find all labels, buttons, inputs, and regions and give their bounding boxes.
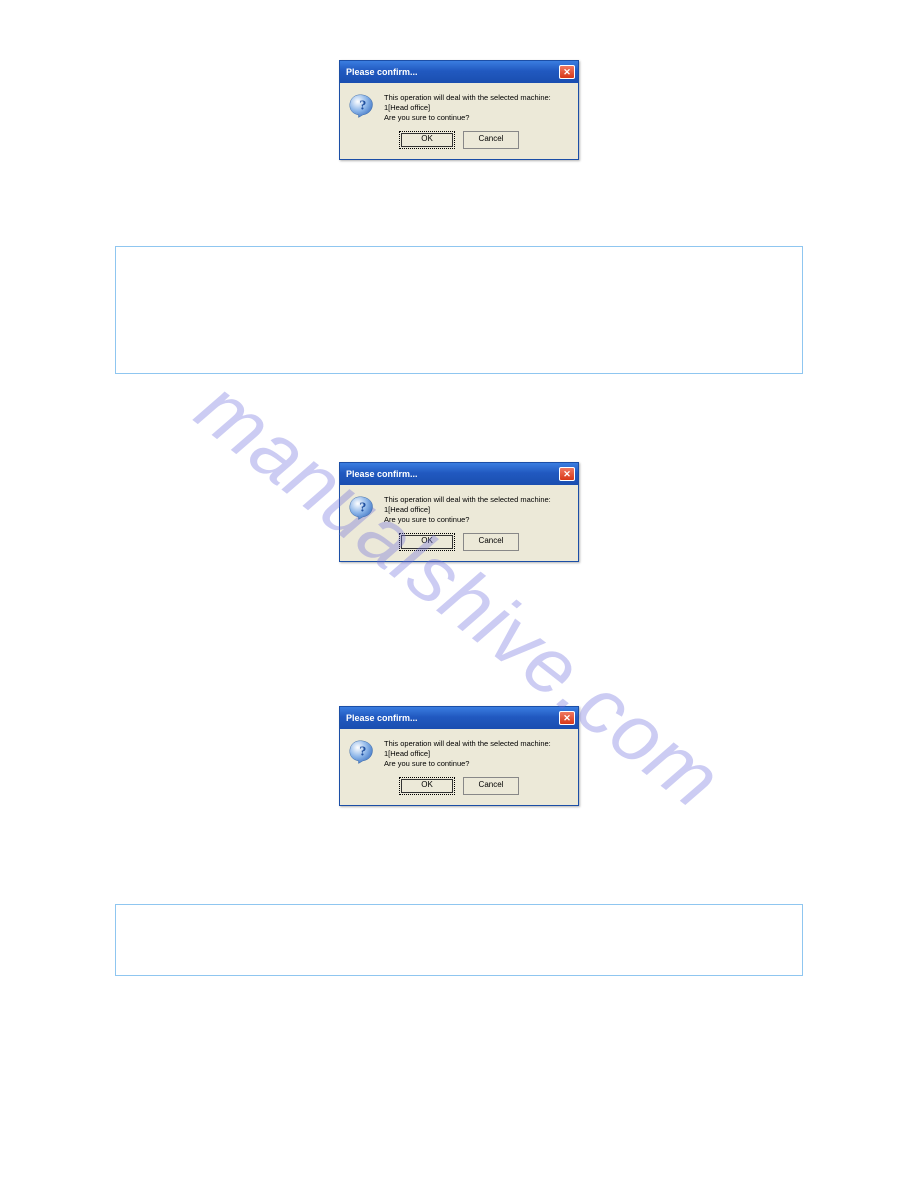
dialog-titlebar: Please confirm... ✕: [340, 707, 578, 729]
document-page: manualshive.com Please confirm... ✕: [0, 0, 918, 1188]
dialog-button-row: OK Cancel: [340, 773, 578, 805]
dialog-line: This operation will deal with the select…: [384, 495, 551, 505]
cancel-button[interactable]: Cancel: [463, 777, 519, 795]
close-button[interactable]: ✕: [559, 65, 575, 79]
dialog-button-row: OK Cancel: [340, 529, 578, 561]
ok-button[interactable]: OK: [399, 533, 455, 551]
dialog-titlebar: Please confirm... ✕: [340, 61, 578, 83]
dialog-body: ? This operation will deal with the sele…: [340, 485, 578, 529]
svg-text:?: ?: [359, 99, 366, 114]
dialog-line: This operation will deal with the select…: [384, 739, 551, 749]
dialog-message: This operation will deal with the select…: [384, 93, 551, 123]
dialog-line: This operation will deal with the select…: [384, 93, 551, 103]
dialog-line: Are you sure to continue?: [384, 515, 551, 525]
dialog-line: Are you sure to continue?: [384, 759, 551, 769]
spacer: [115, 180, 803, 236]
spacer: [115, 826, 803, 894]
dialog-body: ? This operation will deal with the sele…: [340, 83, 578, 127]
ok-button[interactable]: OK: [399, 777, 455, 795]
svg-text:?: ?: [359, 745, 366, 760]
dialog-line: 1[Head office]: [384, 749, 551, 759]
close-icon: ✕: [563, 469, 571, 479]
dialog-body: ? This operation will deal with the sele…: [340, 729, 578, 773]
question-icon: ?: [348, 739, 376, 767]
content-box: [115, 904, 803, 976]
ok-button[interactable]: OK: [399, 131, 455, 149]
close-icon: ✕: [563, 713, 571, 723]
dialog-message: This operation will deal with the select…: [384, 739, 551, 769]
cancel-button[interactable]: Cancel: [463, 533, 519, 551]
question-icon: ?: [348, 495, 376, 523]
dialog-titlebar: Please confirm... ✕: [340, 463, 578, 485]
close-button[interactable]: ✕: [559, 467, 575, 481]
dialog-line: 1[Head office]: [384, 505, 551, 515]
dialog-title: Please confirm...: [346, 67, 418, 77]
spacer: [115, 582, 803, 650]
confirm-dialog: Please confirm... ✕ ?: [339, 60, 579, 160]
confirm-dialog: Please confirm... ✕ ? This operation wil…: [339, 706, 579, 806]
close-icon: ✕: [563, 67, 571, 77]
svg-text:?: ?: [359, 501, 366, 516]
dialog-line: Are you sure to continue?: [384, 113, 551, 123]
close-button[interactable]: ✕: [559, 711, 575, 725]
question-icon: ?: [348, 93, 376, 121]
dialog-title: Please confirm...: [346, 469, 418, 479]
dialog-title: Please confirm...: [346, 713, 418, 723]
spacer: [115, 394, 803, 462]
spacer: [115, 650, 803, 706]
content-box: [115, 246, 803, 374]
dialog-message: This operation will deal with the select…: [384, 495, 551, 525]
confirm-dialog: Please confirm... ✕ ? This operation wil…: [339, 462, 579, 562]
cancel-button[interactable]: Cancel: [463, 131, 519, 149]
dialog-line: 1[Head office]: [384, 103, 551, 113]
dialog-button-row: OK Cancel: [340, 127, 578, 159]
